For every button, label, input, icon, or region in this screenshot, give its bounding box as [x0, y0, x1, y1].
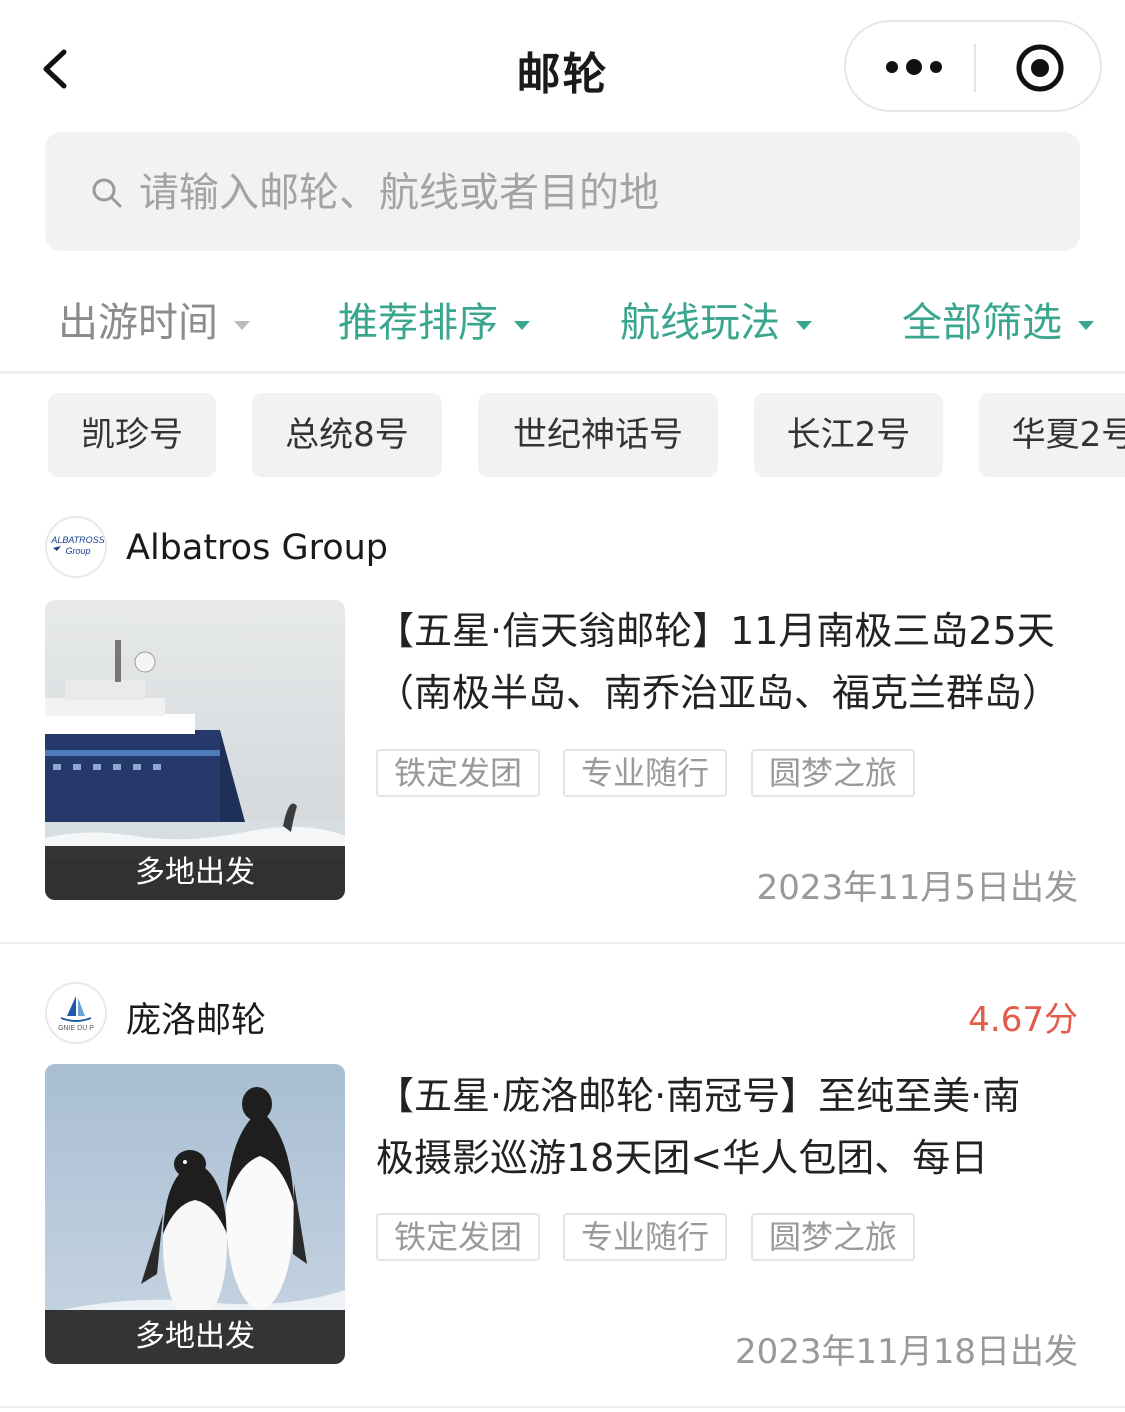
caret-down-icon — [1078, 320, 1094, 330]
search-icon — [91, 177, 123, 209]
brand-name: 庞洛邮轮 — [126, 1001, 267, 1041]
card-separator — [0, 1406, 1125, 1408]
caret-down-icon — [234, 320, 250, 330]
nav-header: 邮轮 — [0, 0, 1125, 130]
product-title[interactable]: 【五星·信天翁邮轮】11月南极三岛25天（南极半岛、南乔治亚岛、福克兰群岛） — [376, 600, 1056, 724]
tag-list: 铁定发团 专业随行 圆梦之旅 — [376, 1213, 936, 1261]
product-title[interactable]: 【五星·庞洛邮轮·南冠号】至纯至美·南极摄影巡游18天团<华人包团、每日 — [376, 1065, 1056, 1189]
svg-text:Group: Group — [65, 546, 90, 556]
close-miniprogram-icon[interactable] — [1016, 44, 1064, 92]
rating-score: 4.67分 — [968, 1000, 1078, 1040]
chip-item[interactable]: 凯珍号 — [48, 393, 216, 477]
brand-name: Albatros Group — [126, 528, 389, 568]
product-image[interactable]: 多地出发 — [45, 600, 345, 900]
filter-label: 全部筛选 — [902, 300, 1062, 346]
mini-program-capsule — [844, 20, 1102, 112]
brand-logo: GNIE DU P — [45, 982, 107, 1044]
filter-sort[interactable]: 推荐排序 — [338, 290, 530, 350]
tag: 圆梦之旅 — [751, 1213, 915, 1261]
chip-item[interactable]: 世纪神话号 — [478, 393, 718, 477]
search-bar[interactable] — [45, 132, 1080, 251]
svg-text:GNIE DU P: GNIE DU P — [58, 1025, 94, 1032]
product-image[interactable]: 多地出发 — [45, 1064, 345, 1364]
brand-logo: ALBATROSS Group — [45, 516, 107, 578]
filter-travel-time[interactable]: 出游时间 — [58, 290, 250, 350]
departure-label: 多地出发 — [45, 1310, 345, 1364]
filter-label: 航线玩法 — [620, 300, 780, 346]
caret-down-icon — [514, 320, 530, 330]
filter-route[interactable]: 航线玩法 — [620, 290, 812, 350]
tag: 专业随行 — [563, 1213, 727, 1261]
capsule-divider — [974, 44, 976, 92]
caret-down-icon — [796, 320, 812, 330]
filter-bar: 出游时间 推荐排序 航线玩法 全部筛选 — [0, 270, 1125, 370]
card-separator — [0, 942, 1125, 944]
tag: 铁定发团 — [376, 1213, 540, 1261]
more-icon[interactable] — [884, 52, 944, 82]
departure-date: 2023年11月5日出发 — [756, 868, 1078, 908]
tag: 圆梦之旅 — [751, 749, 915, 797]
filter-all[interactable]: 全部筛选 — [902, 290, 1094, 350]
departure-date: 2023年11月18日出发 — [734, 1332, 1078, 1372]
filter-label: 出游时间 — [58, 300, 218, 346]
svg-text:ALBATROSS: ALBATROSS — [50, 535, 104, 545]
departure-label: 多地出发 — [45, 846, 345, 900]
chip-item[interactable]: 总统8号 — [252, 393, 442, 477]
tag-list: 铁定发团 专业随行 圆梦之旅 — [376, 749, 936, 797]
ship-chip-row: 凯珍号 总统8号 世纪神话号 长江2号 华夏2号 — [0, 393, 1125, 477]
tag: 专业随行 — [563, 749, 727, 797]
chip-item[interactable]: 华夏2号 — [979, 393, 1125, 477]
filter-divider — [0, 371, 1125, 374]
search-input[interactable] — [137, 160, 1041, 226]
filter-label: 推荐排序 — [338, 300, 498, 346]
chip-item[interactable]: 长江2号 — [754, 393, 943, 477]
tag: 铁定发团 — [376, 749, 540, 797]
